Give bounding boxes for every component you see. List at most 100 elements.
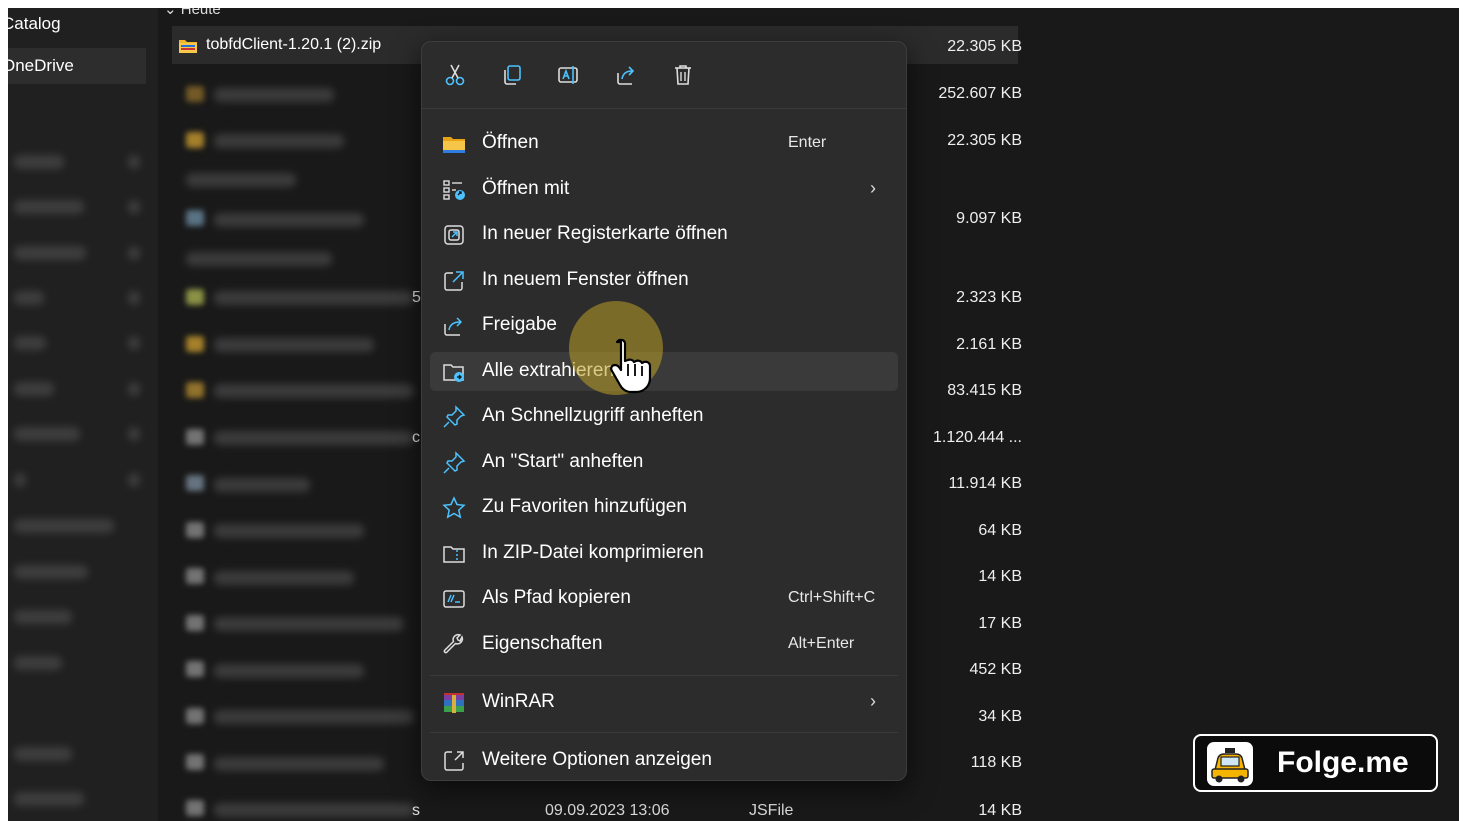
delete-button[interactable] (668, 60, 698, 90)
blurred-file-name (214, 571, 354, 585)
delete-icon (675, 65, 691, 85)
menu-item-label: WinRAR (482, 691, 555, 712)
blurred-sidebar-item (14, 610, 72, 624)
blurred-sidebar-item (14, 565, 88, 579)
extract-icon (443, 364, 464, 382)
blurred-file-icon (186, 800, 204, 816)
menu-item-share[interactable]: Freigabe (430, 306, 898, 345)
blurred-file-name (214, 213, 364, 227)
menu-item-open-new-tab[interactable]: In neuer Registerkarte öffnen (430, 215, 898, 254)
new-tab-icon (444, 225, 464, 245)
menu-item-label: In neuer Registerkarte öffnen (482, 223, 728, 244)
menu-item-shortcut: Ctrl+Shift+C (788, 589, 876, 606)
blurred-file-name (214, 617, 404, 631)
blurred-sidebar-item (14, 519, 114, 533)
blurred-file-icon (186, 289, 204, 305)
cut-button[interactable] (440, 60, 470, 90)
file-size: 22.305 KB (947, 132, 1022, 149)
new-window-icon (444, 271, 464, 291)
menu-item-label: Eigenschaften (482, 633, 603, 654)
menu-item-label: Öffnen mit (482, 178, 570, 199)
context-menu-toolbar (422, 42, 906, 109)
zip-compress-icon (443, 546, 465, 563)
blurred-expander (128, 155, 140, 169)
blurred-file-name (214, 134, 344, 148)
menu-item-compress-zip[interactable]: In ZIP-Datei komprimieren (430, 534, 898, 573)
copy-button[interactable] (497, 60, 527, 90)
blurred-file-icon (186, 210, 204, 226)
menu-item-add-favorites[interactable]: Zu Favoriten hinzufügen (430, 488, 898, 527)
file-size: 2.323 KB (956, 289, 1022, 306)
menu-item-properties[interactable]: Eigenschaften Alt+Enter (430, 625, 898, 664)
share-button[interactable] (611, 60, 641, 90)
file-size: 9.097 KB (956, 210, 1022, 227)
blurred-file-icon (186, 615, 204, 631)
blurred-expander (128, 427, 140, 441)
blurred-file-icon (186, 568, 204, 584)
menu-item-label: An "Start" anheften (482, 451, 644, 472)
sidebar-item-catalog[interactable]: Catalog (8, 8, 146, 42)
blurred-expander (128, 336, 140, 350)
blurred-file-icon (186, 661, 204, 677)
menu-item-open-new-window[interactable]: In neuem Fenster öffnen (430, 261, 898, 300)
blurred-expander (128, 200, 140, 214)
pin-icon (443, 405, 466, 428)
group-header[interactable]: ⌄ Heute (164, 8, 221, 18)
menu-item-label: Freigabe (482, 314, 557, 335)
menu-item-extract-all[interactable]: Alle extrahieren (430, 352, 898, 391)
sidebar-item-onedrive[interactable]: OneDrive (8, 48, 146, 84)
context-menu: Öffnen Enter Öffnen mit › In neuer Regis… (421, 41, 907, 781)
file-fragment: s (412, 802, 420, 819)
file-size: 14 KB (978, 568, 1022, 585)
blurred-file-icon (186, 475, 204, 491)
file-size: 17 KB (978, 615, 1022, 632)
menu-separator (430, 732, 898, 733)
copy-path-icon (443, 590, 465, 608)
file-size: 452 KB (969, 661, 1022, 678)
sidebar-item-label: OneDrive (8, 56, 74, 75)
menu-item-open[interactable]: Öffnen Enter (430, 124, 898, 163)
blurred-file-icon (186, 132, 204, 148)
blurred-file-name (214, 524, 364, 538)
file-size: 252.607 KB (938, 85, 1022, 102)
menu-item-pin-quick-access[interactable]: An Schnellzugriff anheften (430, 397, 898, 436)
blurred-sidebar-item (14, 473, 26, 487)
menu-item-show-more-options[interactable]: Weitere Optionen anzeigen (430, 741, 898, 780)
file-size: 64 KB (978, 522, 1022, 539)
copy-icon (504, 65, 521, 85)
blurred-file-name (214, 384, 414, 398)
menu-item-label: Als Pfad kopieren (482, 587, 631, 608)
blurred-file-icon (186, 522, 204, 538)
file-size: 1.120.444 ... (933, 429, 1022, 446)
chevron-right-icon: › (870, 178, 876, 198)
menu-item-copy-path[interactable]: Als Pfad kopieren Ctrl+Shift+C (430, 579, 898, 618)
menu-item-winrar[interactable]: WinRAR › (430, 683, 898, 722)
folge-logo-icon (1207, 742, 1253, 786)
rename-button[interactable] (554, 60, 584, 90)
file-size: 22.305 KB (947, 38, 1022, 55)
blurred-sidebar-item (14, 246, 86, 260)
share-icon (444, 317, 463, 336)
blurred-sidebar-item (14, 656, 62, 670)
file-size: 83.415 KB (947, 382, 1022, 399)
menu-item-label: In ZIP-Datei komprimieren (482, 542, 704, 563)
file-date: 09.09.2023 13:06 (545, 802, 670, 819)
navigation-pane: Catalog OneDrive (8, 8, 158, 821)
file-type: JSFile (749, 802, 794, 819)
blurred-expander (128, 382, 140, 396)
blurred-sidebar-item (14, 792, 84, 806)
menu-item-shortcut: Alt+Enter (788, 635, 855, 652)
menu-item-pin-start[interactable]: An "Start" anheften (430, 443, 898, 482)
file-size: 11.914 KB (948, 475, 1022, 492)
blurred-file-name (214, 478, 310, 492)
blurred-sidebar-item (14, 200, 84, 214)
folder-open-icon (443, 137, 465, 153)
file-size: 14 KB (978, 802, 1022, 819)
file-size: 34 KB (978, 708, 1022, 725)
file-fragment: c (412, 429, 420, 446)
blurred-file-name (214, 664, 364, 678)
badge-text: Folge.me (1277, 746, 1409, 779)
rename-icon (558, 66, 578, 84)
more-options-icon (444, 751, 464, 771)
menu-item-open-with[interactable]: Öffnen mit › (430, 170, 898, 209)
